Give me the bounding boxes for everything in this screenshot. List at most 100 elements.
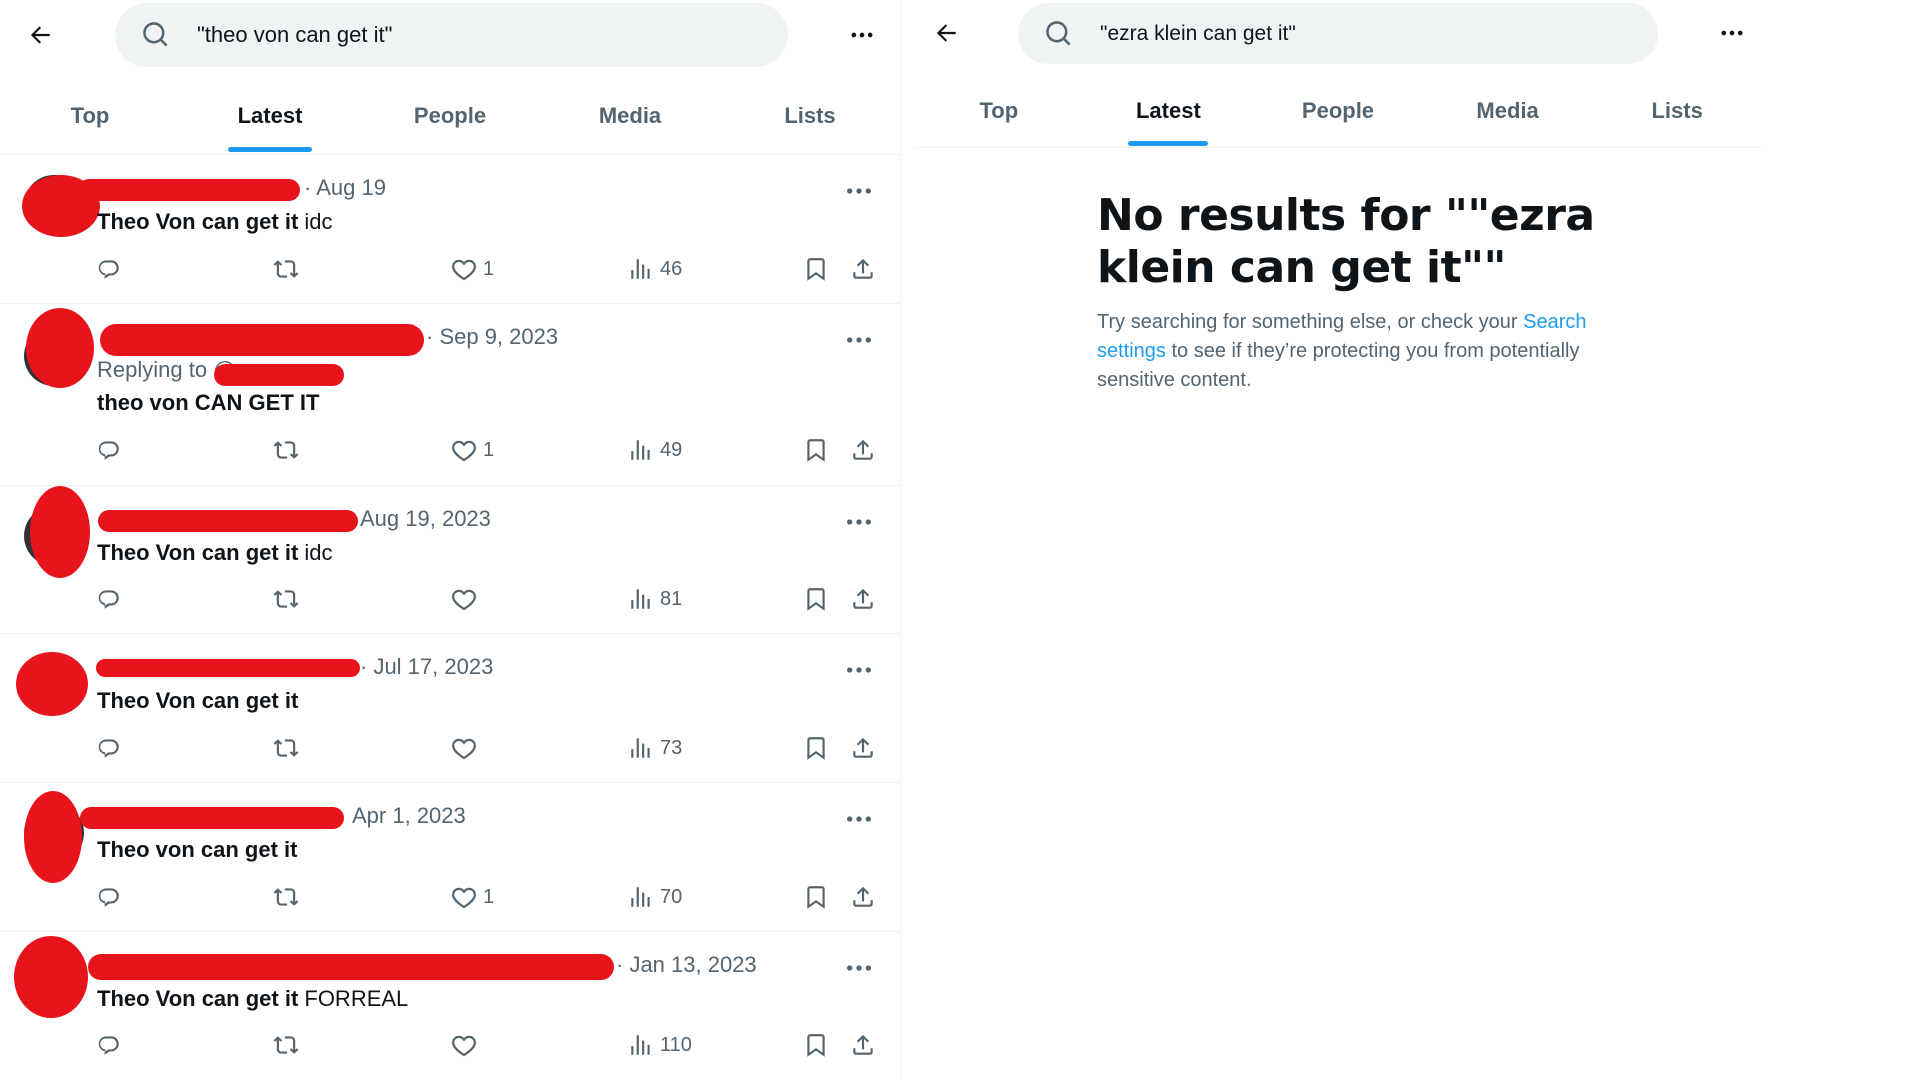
more-icon[interactable] [843,175,875,207]
views-button[interactable]: 110 [628,1032,692,1058]
more-icon[interactable] [843,654,875,686]
views-button[interactable]: 70 [628,884,682,910]
share-button[interactable] [850,884,876,910]
bookmark-button[interactable] [803,1032,829,1058]
tweet-date[interactable]: Aug 19, 2023 [360,506,491,532]
reply-button[interactable] [96,256,122,282]
tab-label: Media [1476,98,1539,123]
tab-media[interactable]: Media [1423,76,1593,146]
like-button[interactable]: 1 [451,256,494,282]
tab-media[interactable]: Media [540,80,720,152]
share-button[interactable] [850,586,876,612]
tweet[interactable]: · Aug 19 Theo Von can get it idc 1 46 [0,155,901,304]
more-icon[interactable] [843,324,875,356]
tab-people[interactable]: People [360,80,540,152]
share-button[interactable] [850,437,876,463]
more-icon[interactable] [842,15,882,55]
views-button[interactable]: 46 [628,256,682,282]
more-icon[interactable] [843,506,875,538]
share-icon [853,588,873,609]
reply-button[interactable] [96,1032,122,1058]
share-button[interactable] [850,256,876,282]
tweet-text: theo von CAN GET IT [97,390,319,416]
reply-icon [98,260,119,279]
like-button[interactable] [451,735,483,761]
like-button[interactable] [451,586,483,612]
tab-latest[interactable]: Latest [180,80,360,152]
redaction-mark [96,659,360,677]
retweet-icon [273,739,299,757]
retweet-button[interactable] [273,884,299,910]
tab-label: People [1301,98,1375,123]
reply-button[interactable] [96,735,122,761]
tab-top[interactable]: Top [914,76,1084,146]
retweet-button[interactable] [273,735,299,761]
bookmark-icon [807,737,825,760]
search-input[interactable]: "theo von can get it" [115,3,788,67]
like-icon [452,440,476,462]
back-arrow-icon[interactable] [20,15,60,55]
more-icon[interactable] [843,803,875,835]
tweet[interactable]: · Jan 13, 2023 Theo Von can get it FORRE… [0,932,901,1080]
tweet-date[interactable]: · Sep 9, 2023 [426,324,558,350]
tweet-text-rest: FORREAL [298,986,409,1011]
views-icon [631,1035,650,1055]
tweet-actions: 110 [0,1032,901,1064]
tab-people[interactable]: People [1253,76,1423,146]
more-icon[interactable] [1712,13,1752,53]
bookmark-button[interactable] [803,256,829,282]
views-button[interactable]: 73 [628,735,682,761]
share-icon [853,737,873,758]
tweet-text: Theo Von can get it FORREAL [97,986,408,1012]
tweet-actions: 1 70 [0,884,901,916]
search-icon [1046,20,1071,45]
reply-button[interactable] [96,586,122,612]
views-icon [631,589,650,609]
like-icon [452,887,476,909]
retweet-button[interactable] [273,586,299,612]
tweet-date[interactable]: · Aug 19 [304,175,386,201]
tweet-text-rest: idc [298,540,333,565]
share-button[interactable] [850,1032,876,1058]
retweet-button[interactable] [273,437,299,463]
views-button[interactable]: 49 [628,437,682,463]
search-tabs: Top Latest People Media Lists [0,80,900,152]
views-button[interactable]: 81 [628,586,682,612]
reply-icon [98,441,119,460]
bookmark-button[interactable] [803,586,829,612]
tweet[interactable]: · Jul 17, 2023 Theo Von can get it 73 [0,634,901,783]
reply-button[interactable] [96,437,122,463]
retweet-button[interactable] [273,1032,299,1058]
like-button[interactable]: 1 [451,437,494,463]
reply-button[interactable] [96,884,122,910]
more-icon[interactable] [843,952,875,984]
tweet[interactable]: Apr 1, 2023 Theo von can get it 1 70 [0,783,901,932]
bookmark-button[interactable] [803,735,829,761]
tab-lists[interactable]: Lists [720,80,900,152]
search-query: "ezra klein can get it" [1100,21,1296,45]
tab-lists[interactable]: Lists [1592,76,1762,146]
bookmark-button[interactable] [803,437,829,463]
share-button[interactable] [850,735,876,761]
like-button[interactable]: 1 [451,884,494,910]
top-bar: "theo von can get it" [0,0,900,70]
like-count: 1 [483,257,495,280]
share-icon [853,439,873,460]
tweet-text-bold: Theo Von can get it [97,986,299,1011]
back-arrow-icon[interactable] [926,13,966,53]
tab-top[interactable]: Top [0,80,180,152]
tweet-date[interactable]: Apr 1, 2023 [352,803,466,829]
tweet-date[interactable]: · Jan 13, 2023 [616,952,757,978]
bookmark-button[interactable] [803,884,829,910]
retweet-button[interactable] [273,256,299,282]
tweet[interactable]: Aug 19, 2023 Theo Von can get it idc 81 [0,486,901,634]
tab-latest[interactable]: Latest [1084,76,1254,146]
tweet-date[interactable]: · Jul 17, 2023 [360,654,493,680]
tab-label: Top [70,103,110,128]
like-icon [452,738,476,760]
search-input[interactable]: "ezra klein can get it" [1018,3,1658,64]
no-results-message: No results for ""ezra klein can get it""… [1097,190,1597,395]
tweet-text: Theo von can get it [97,837,297,863]
tweet[interactable]: · Sep 9, 2023 Replying to @ theo von CAN… [0,304,901,486]
like-button[interactable] [451,1032,483,1058]
